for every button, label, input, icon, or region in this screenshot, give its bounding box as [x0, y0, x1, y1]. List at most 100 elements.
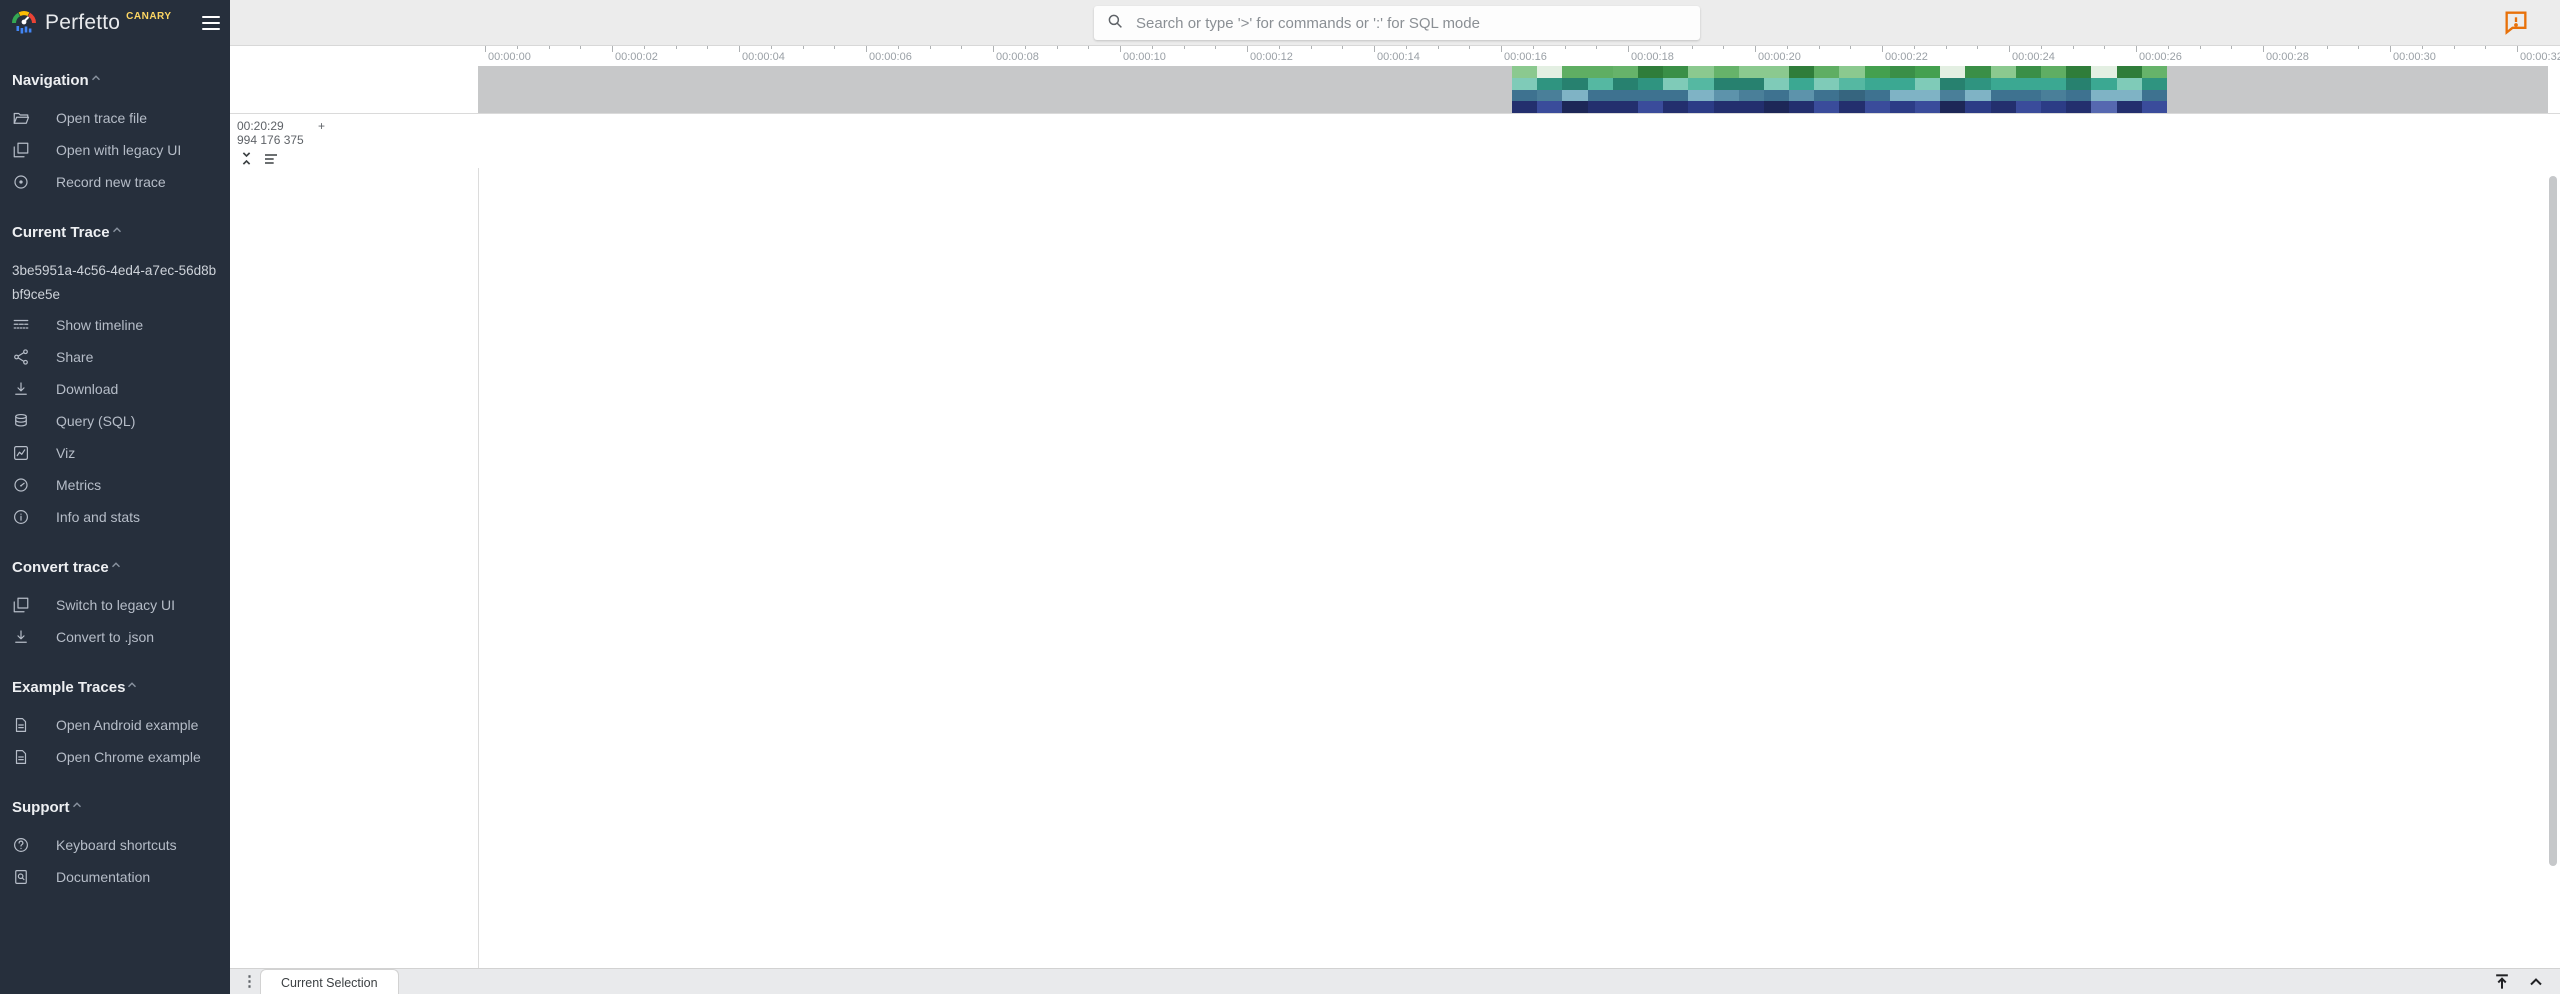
overview-minor-tick	[961, 46, 962, 49]
sidebar-item-open-with-legacy-ui[interactable]: Open with legacy UI	[0, 134, 230, 166]
sidebar-item-share[interactable]: Share	[0, 341, 230, 373]
speedometer-icon	[12, 476, 43, 494]
download-icon	[12, 628, 43, 646]
search-input[interactable]	[1134, 14, 1688, 33]
overview-time-label: 00:00:20	[1758, 51, 1801, 63]
sidebar-item-metrics[interactable]: Metrics	[0, 469, 230, 501]
collapse-tracks-icon[interactable]	[239, 150, 254, 172]
overview-heatmap	[1512, 66, 2167, 113]
overview-time-label: 00:00:30	[2393, 51, 2436, 63]
sidebar-item-label: Convert to .json	[56, 629, 154, 645]
overview-minor-tick	[1057, 46, 1058, 49]
tab-current-selection[interactable]: Current Selection	[260, 969, 399, 994]
detail-time-ruler[interactable]: 00:20:29 + 994 176 375	[230, 113, 2560, 168]
overview-minor-tick	[1025, 46, 1026, 49]
overview-minor-tick	[1914, 46, 1915, 49]
overview-tick	[2517, 46, 2518, 52]
overview-time-label: 00:00:28	[2266, 51, 2309, 63]
overview-time-label: 00:00:24	[2012, 51, 2055, 63]
current-trace-id: 3be5951a-4c56-4ed4-a7ec-56d8bbf9ce5e	[0, 254, 230, 309]
overview-minor-tick	[1660, 46, 1661, 49]
overview-minor-tick	[1723, 46, 1724, 49]
sidebar-item-documentation[interactable]: Documentation	[0, 861, 230, 893]
details-menu-icon[interactable]: ⋮	[242, 971, 257, 993]
overview-time-ruler[interactable]: 00:00:0000:00:0200:00:0400:00:0600:00:08…	[230, 46, 2560, 66]
sidebar-section-current-trace[interactable]: Current Trace	[0, 198, 230, 254]
bottom-bar: ⋮ Current Selection	[230, 968, 2560, 994]
sidebar-item-record-new-trace[interactable]: Record new trace	[0, 166, 230, 198]
overview-time-label: 00:00:14	[1377, 51, 1420, 63]
sidebar-item-viz[interactable]: Viz	[0, 437, 230, 469]
overview-minor-tick	[1819, 46, 1820, 49]
file-icon	[12, 748, 43, 766]
sidebar-item-label: Show timeline	[56, 317, 143, 333]
overview-minor-tick	[580, 46, 581, 49]
sidebar-section-example-traces[interactable]: Example Traces	[0, 653, 230, 709]
overview-time-label: 00:00:02	[615, 51, 658, 63]
overview-minor-tick	[1279, 46, 1280, 49]
sidebar-item-label: Share	[56, 349, 93, 365]
chevron-up-icon[interactable]	[2526, 972, 2546, 994]
overview-time-label: 00:00:10	[1123, 51, 1166, 63]
sidebar-item-label: Metrics	[56, 477, 101, 493]
sidebar-item-info-and-stats[interactable]: Info and stats	[0, 501, 230, 533]
sidebar-item-keyboard-shortcuts[interactable]: Keyboard shortcuts	[0, 829, 230, 861]
search-box[interactable]	[1094, 6, 1700, 40]
overview-minor-tick	[1596, 46, 1597, 49]
sidebar-section-convert-trace[interactable]: Convert trace	[0, 533, 230, 589]
overview-tick	[2263, 46, 2264, 52]
ruler-offset-plus: +	[318, 119, 325, 133]
track-sort-icon[interactable]	[263, 152, 279, 171]
sidebar-section-navigation[interactable]: Navigation	[0, 46, 230, 102]
folder-open-icon	[12, 109, 43, 127]
overview-time-label: 00:00:26	[2139, 51, 2182, 63]
chevron-up-icon	[89, 71, 103, 89]
track-data-canvas[interactable]	[478, 168, 2548, 968]
overview-minor-tick	[1152, 46, 1153, 49]
chevron-up-icon	[70, 798, 84, 816]
timeline-icon	[12, 316, 43, 334]
report-bug-icon[interactable]	[2502, 8, 2530, 36]
sidebar-item-open-trace-file[interactable]: Open trace file	[0, 102, 230, 134]
section-title: Navigation	[12, 72, 89, 89]
overview-minimap[interactable]	[478, 66, 2548, 113]
overview-time-label: 00:00:16	[1504, 51, 1547, 63]
overview-minor-tick	[2422, 46, 2423, 49]
overview-tick	[612, 46, 613, 52]
sidebar-item-open-android-example[interactable]: Open Android example	[0, 709, 230, 741]
overview-minor-tick	[549, 46, 550, 49]
overview-minor-tick	[1533, 46, 1534, 49]
overview-minor-tick	[1215, 46, 1216, 49]
sidebar-item-query-sql[interactable]: Query (SQL)	[0, 405, 230, 437]
overview-minor-tick	[1311, 46, 1312, 49]
menu-icon[interactable]	[202, 12, 220, 34]
help-icon	[12, 836, 43, 854]
overview-minor-tick	[1787, 46, 1788, 49]
overview-minor-tick	[1850, 46, 1851, 49]
legacy-ui-icon	[12, 141, 43, 159]
overview-minor-tick	[1406, 46, 1407, 49]
sidebar-item-label: Open trace file	[56, 110, 147, 126]
overview-minor-tick	[1438, 46, 1439, 49]
overview-time-label: 00:00:06	[869, 51, 912, 63]
sidebar-item-show-timeline[interactable]: Show timeline	[0, 309, 230, 341]
overview-time-label: 00:00:32	[2520, 51, 2560, 63]
chevron-up-icon	[110, 223, 124, 241]
sidebar-item-download[interactable]: Download	[0, 373, 230, 405]
share-icon	[12, 348, 43, 366]
sidebar-section-support[interactable]: Support	[0, 773, 230, 829]
sidebar-item-convert-to-json[interactable]: Convert to .json	[0, 621, 230, 653]
section-title: Example Traces	[12, 679, 125, 696]
overview-minor-tick	[517, 46, 518, 49]
scroll-to-top-icon[interactable]	[2492, 972, 2512, 994]
overview-minor-tick	[930, 46, 931, 49]
vertical-scrollbar[interactable]	[2549, 176, 2557, 866]
topbar	[230, 0, 2560, 46]
overview-tick	[739, 46, 740, 52]
sidebar-item-open-chrome-example[interactable]: Open Chrome example	[0, 741, 230, 773]
sidebar-item-switch-to-legacy-ui[interactable]: Switch to legacy UI	[0, 589, 230, 621]
sidebar-item-label: Open with legacy UI	[56, 142, 181, 158]
overview-minor-tick	[1692, 46, 1693, 49]
section-title: Support	[12, 799, 70, 816]
chart-icon	[12, 444, 43, 462]
